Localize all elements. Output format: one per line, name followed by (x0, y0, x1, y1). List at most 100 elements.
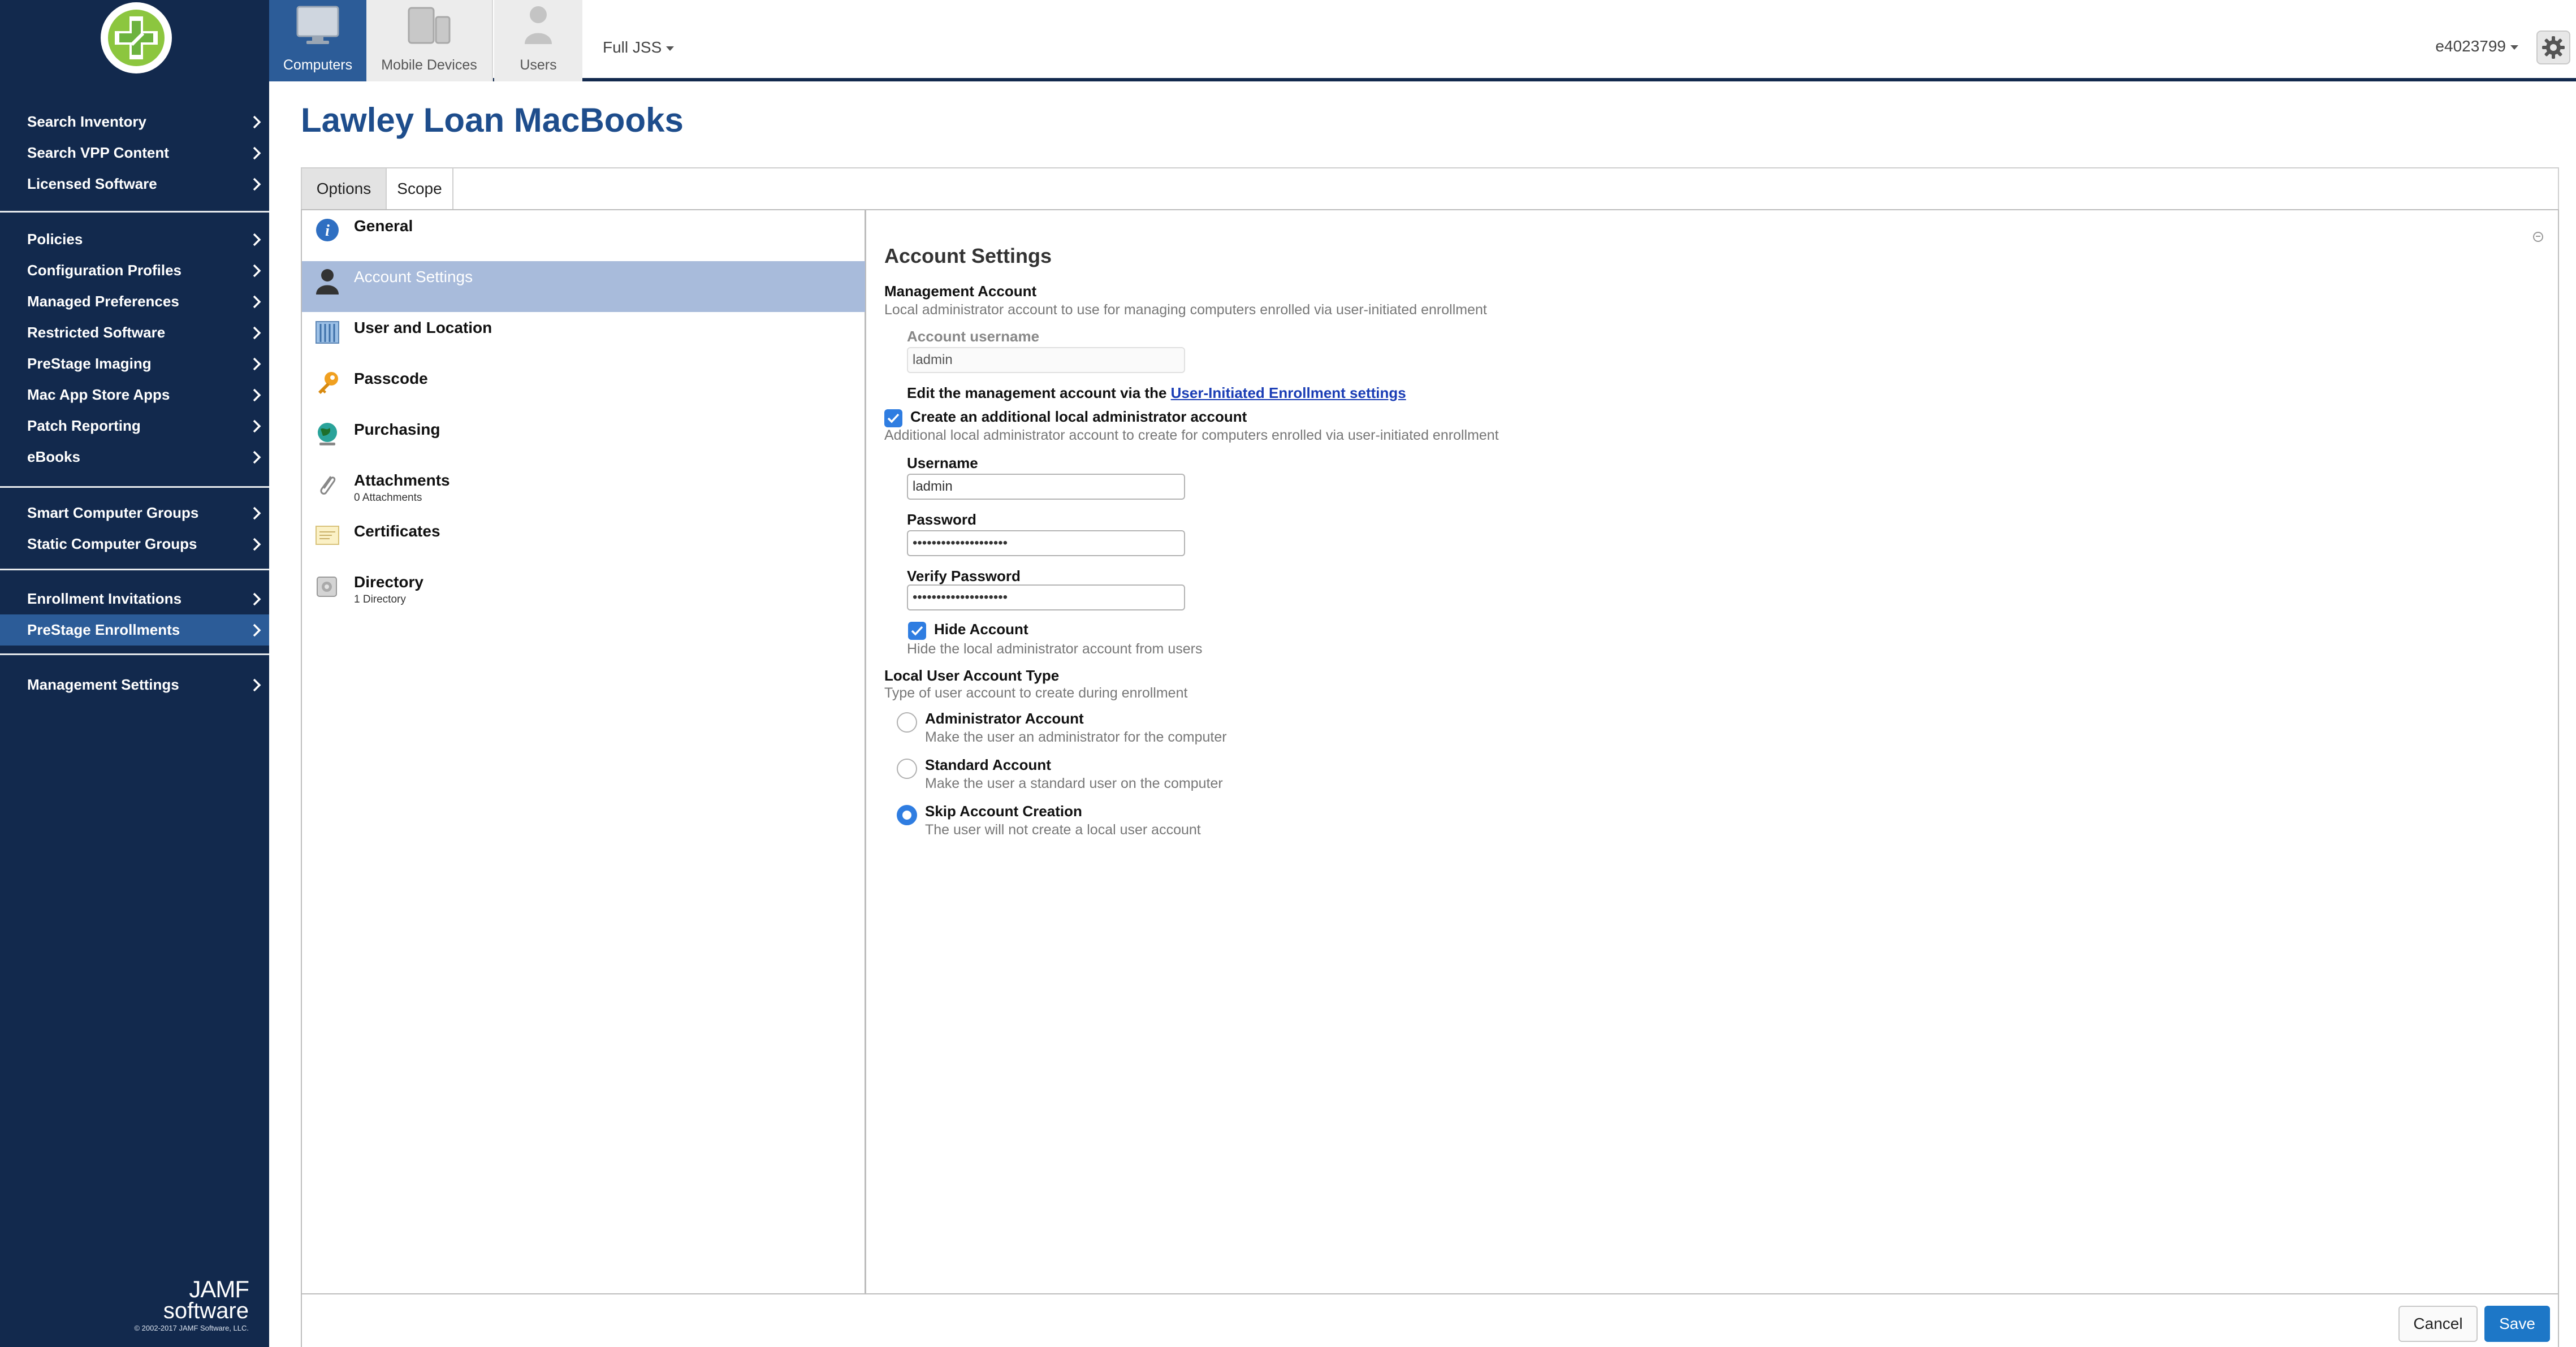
nav-group-management: Policies Configuration Profiles Managed … (0, 224, 269, 473)
section-title: Account Settings (884, 244, 1052, 267)
create-account-checkbox[interactable] (884, 409, 902, 427)
hide-account-checkbox[interactable] (908, 622, 926, 640)
tab-options[interactable]: Options (302, 168, 387, 209)
chevron-right-icon (252, 583, 261, 614)
site-label: Full JSS (603, 38, 662, 56)
radio-administrator-account[interactable] (897, 712, 917, 733)
options-item-account-settings[interactable]: Account Settings (302, 261, 865, 312)
cancel-button[interactable]: Cancel (2398, 1306, 2478, 1342)
tab-users[interactable]: Users (494, 0, 582, 81)
nav-item-restricted-software[interactable]: Restricted Software (0, 317, 269, 348)
nav-item-licensed-software[interactable]: Licensed Software (0, 168, 269, 200)
nav-label: Restricted Software (27, 324, 166, 341)
nav-item-search-inventory[interactable]: Search Inventory (0, 106, 269, 137)
logo-cross-icon (108, 10, 165, 66)
nav-label: Managed Preferences (27, 293, 179, 310)
nav-group-groups: Smart Computer Groups Static Computer Gr… (0, 497, 269, 560)
brand-copyright: © 2002-2017 JAMF Software, LLC. (134, 1324, 249, 1332)
edit-text: Edit the management account via the (907, 384, 1171, 401)
svg-text:i: i (325, 222, 330, 240)
username-label: e4023799 (2435, 37, 2506, 55)
options-item-attachments[interactable]: Attachments 0 Attachments (302, 465, 865, 516)
user-initiated-enrollment-link[interactable]: User-Initiated Enrollment settings (1171, 384, 1406, 401)
nav-item-patch-reporting[interactable]: Patch Reporting (0, 410, 269, 441)
save-button[interactable]: Save (2484, 1306, 2550, 1342)
options-item-certificates[interactable]: Certificates (302, 516, 865, 566)
nav-item-enrollment-invitations[interactable]: Enrollment Invitations (0, 583, 269, 614)
radio-standard-account[interactable] (897, 759, 917, 779)
options-item-user-and-location[interactable]: User and Location (302, 312, 865, 363)
building-icon (313, 318, 342, 346)
site-dropdown[interactable]: Full JSS (603, 38, 675, 57)
account-username-label: Account username (907, 328, 1040, 345)
options-item-label: Account Settings (354, 268, 473, 285)
options-item-label: Certificates (354, 522, 440, 540)
verify-password-input[interactable] (907, 584, 1185, 610)
chevron-right-icon (252, 137, 261, 168)
chevron-down-icon (666, 46, 675, 51)
options-item-label: Passcode (354, 370, 428, 387)
tab-label: Computers (283, 57, 353, 73)
info-icon: i (313, 216, 342, 244)
tab-scope[interactable]: Scope (387, 168, 453, 209)
monitor-icon (296, 6, 339, 49)
nav-item-static-computer-groups[interactable]: Static Computer Groups (0, 529, 269, 560)
tab-computers[interactable]: Computers (269, 0, 366, 81)
options-item-label: User and Location (354, 319, 492, 336)
nav-item-mac-app-store-apps[interactable]: Mac App Store Apps (0, 379, 269, 410)
person-icon (313, 267, 342, 295)
chevron-right-icon (252, 497, 261, 529)
nav-label: Mac App Store Apps (27, 386, 170, 403)
tab-mobile-devices[interactable]: Mobile Devices (366, 0, 493, 81)
password-input[interactable] (907, 530, 1185, 556)
nav-divider (0, 486, 269, 488)
options-item-passcode[interactable]: Passcode (302, 363, 865, 414)
create-account-description: Additional local administrator account t… (884, 427, 1499, 443)
nav-item-policies[interactable]: Policies (0, 224, 269, 255)
tab-label: Mobile Devices (381, 57, 477, 73)
nav-label: Patch Reporting (27, 417, 141, 434)
form-footer: Cancel Save (301, 1294, 2559, 1347)
standard-account-label: Standard Account (925, 756, 1051, 773)
password-label: Password (907, 511, 976, 528)
options-item-purchasing[interactable]: Purchasing (302, 414, 865, 465)
sidebar: Search Inventory Search VPP Content Lice… (0, 0, 269, 1347)
collapse-icon[interactable] (2533, 232, 2543, 242)
directory-icon (313, 572, 342, 600)
nav-label: Management Settings (27, 676, 179, 693)
tab-label: Users (520, 57, 557, 73)
chevron-right-icon (252, 286, 261, 317)
account-type-description: Type of user account to create during en… (884, 685, 1188, 701)
nav-item-search-vpp-content[interactable]: Search VPP Content (0, 137, 269, 168)
page-title: Lawley Loan MacBooks (301, 101, 684, 139)
username-input[interactable] (907, 474, 1185, 500)
nav-label: Search Inventory (27, 113, 146, 130)
jamf-software-brand: JAMF software © 2002-2017 JAMF Software,… (85, 1277, 249, 1334)
nav-divider (0, 211, 269, 213)
globe-icon (313, 419, 342, 448)
jamf-logo[interactable] (101, 2, 172, 73)
nav-item-smart-computer-groups[interactable]: Smart Computer Groups (0, 497, 269, 529)
verify-password-label: Verify Password (907, 568, 1021, 584)
gear-icon (2542, 36, 2565, 59)
settings-button[interactable] (2536, 31, 2570, 64)
management-account-description: Local administrator account to use for m… (884, 302, 1487, 318)
user-menu[interactable]: e4023799 (2435, 37, 2518, 55)
options-item-general[interactable]: i General (302, 210, 865, 261)
chevron-right-icon (252, 106, 261, 137)
chevron-right-icon (252, 168, 261, 200)
chevron-down-icon (2510, 45, 2518, 50)
brand-sub: software (163, 1298, 249, 1323)
hide-account-description: Hide the local administrator account fro… (907, 641, 1203, 657)
skip-account-creation-label: Skip Account Creation (925, 803, 1082, 820)
nav-item-managed-preferences[interactable]: Managed Preferences (0, 286, 269, 317)
nav-item-management-settings[interactable]: Management Settings (0, 669, 269, 700)
nav-item-ebooks[interactable]: eBooks (0, 441, 269, 473)
nav-item-prestage-enrollments[interactable]: PreStage Enrollments (0, 614, 269, 646)
nav-item-prestage-imaging[interactable]: PreStage Imaging (0, 348, 269, 379)
chevron-right-icon (252, 255, 261, 286)
options-item-directory[interactable]: Directory 1 Directory (302, 566, 865, 617)
user-icon (522, 5, 554, 49)
nav-item-configuration-profiles[interactable]: Configuration Profiles (0, 255, 269, 286)
radio-skip-account-creation[interactable] (897, 805, 917, 825)
